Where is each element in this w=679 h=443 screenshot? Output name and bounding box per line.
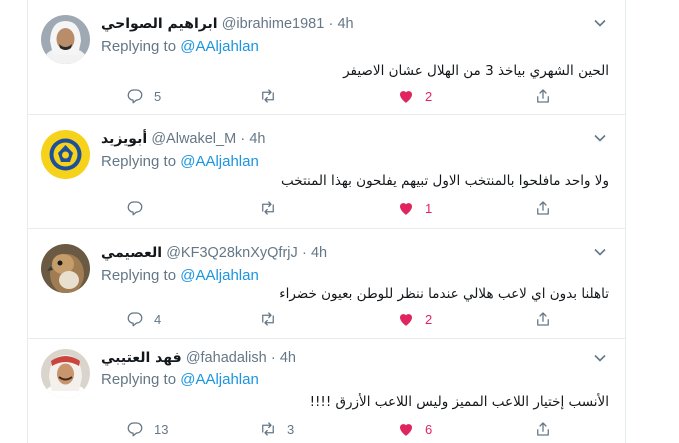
mention-link[interactable]: @AAljahlan — [180, 267, 259, 284]
tweet[interactable]: أبويزيد @Alwakel_M · 4h Replying to @AAl… — [28, 115, 625, 229]
share-button[interactable] — [534, 85, 552, 107]
tweet-header: فهد العتيبي @fahadalish · 4h — [101, 348, 296, 368]
heart-icon — [397, 87, 415, 105]
chevron-down-icon[interactable] — [593, 245, 607, 259]
retweet-button[interactable]: 3 — [259, 418, 294, 440]
reply-count: 4 — [154, 311, 162, 327]
tweet-header: أبويزيد @Alwakel_M · 4h — [101, 129, 265, 149]
tweet-text: تاهلنا بدون اي لاعب هلالي عندما ننظر للو… — [279, 286, 609, 302]
display-name[interactable]: العصيمي — [101, 245, 162, 261]
retweet-count: 3 — [287, 421, 295, 437]
retweet-button[interactable] — [259, 197, 287, 219]
retweet-icon — [259, 87, 277, 105]
mention-link[interactable]: @AAljahlan — [180, 38, 259, 55]
retweet-button[interactable] — [259, 85, 287, 107]
timestamp[interactable]: 4h — [249, 131, 265, 147]
reply-icon — [126, 87, 144, 105]
chevron-down-icon[interactable] — [593, 351, 607, 365]
reply-icon — [126, 420, 144, 438]
user-handle[interactable]: @Alwakel_M — [151, 131, 236, 147]
avatar[interactable] — [41, 349, 90, 398]
tweet-text: ولا واحد مافلحوا بالمنتخب الاول تبيهم يف… — [280, 173, 609, 189]
avatar[interactable] — [41, 15, 90, 64]
mention-link[interactable]: @AAljahlan — [180, 153, 259, 170]
mention-link[interactable]: @AAljahlan — [180, 371, 259, 388]
share-icon — [534, 310, 552, 328]
share-icon — [534, 199, 552, 217]
like-count: 6 — [425, 421, 433, 437]
display-name[interactable]: أبويزيد — [101, 131, 147, 147]
tweet-text: الحين الشهري بياخذ 3 من الهلال عشان الاص… — [343, 63, 609, 79]
reply-button[interactable] — [126, 197, 154, 219]
timestamp[interactable]: 4h — [337, 16, 353, 32]
retweet-icon — [259, 310, 277, 328]
timestamp[interactable]: 4h — [280, 350, 296, 366]
tweet-actions: 13 3 6 — [101, 418, 549, 440]
timestamp[interactable]: 4h — [311, 245, 327, 261]
tweet[interactable]: فهد العتيبي @fahadalish · 4h Replying to… — [28, 339, 625, 443]
share-button[interactable] — [534, 197, 552, 219]
tweet[interactable]: ابراهيم الصواحي @ibrahime1981 · 4h Reply… — [28, 0, 625, 115]
display-name[interactable]: فهد العتيبي — [101, 350, 182, 366]
replying-to: Replying to @AAljahlan — [101, 37, 259, 57]
like-button[interactable]: 1 — [397, 197, 432, 219]
avatar[interactable] — [41, 130, 90, 179]
heart-icon — [397, 199, 415, 217]
tweet-header: ابراهيم الصواحي @ibrahime1981 · 4h — [101, 14, 354, 34]
reply-button[interactable]: 13 — [126, 418, 168, 440]
display-name[interactable]: ابراهيم الصواحي — [101, 16, 218, 32]
separator-dot: · — [270, 350, 276, 366]
like-count: 1 — [425, 200, 433, 216]
heart-icon — [397, 420, 415, 438]
replying-to-label: Replying to — [101, 267, 177, 284]
tweet[interactable]: العصيمي @KF3Q28knXyQfrjJ · 4h Replying t… — [28, 229, 625, 339]
share-button[interactable] — [534, 418, 552, 440]
user-handle[interactable]: @fahadalish — [186, 350, 267, 366]
like-count: 2 — [425, 88, 433, 104]
separator-dot: · — [328, 16, 334, 32]
share-icon — [534, 420, 552, 438]
like-button[interactable]: 2 — [397, 308, 432, 330]
reply-button[interactable]: 5 — [126, 85, 161, 107]
replying-to: Replying to @AAljahlan — [101, 266, 259, 286]
replying-to: Replying to @AAljahlan — [101, 152, 259, 172]
like-count: 2 — [425, 311, 433, 327]
replying-to-label: Replying to — [101, 38, 177, 55]
replies-timeline: ابراهيم الصواحي @ibrahime1981 · 4h Reply… — [27, 0, 626, 443]
tweet-header: العصيمي @KF3Q28knXyQfrjJ · 4h — [101, 243, 327, 263]
tweet-actions: 1 — [101, 197, 549, 219]
separator-dot: · — [301, 245, 307, 261]
tweet-actions: 5 2 — [101, 85, 549, 107]
retweet-icon — [259, 420, 277, 438]
replying-to: Replying to @AAljahlan — [101, 370, 259, 390]
tweet-text: الأنسب إختيار اللاعب المميز وليس اللاعب … — [309, 394, 609, 410]
user-handle[interactable]: @KF3Q28knXyQfrjJ — [166, 245, 298, 261]
chevron-down-icon[interactable] — [593, 131, 607, 145]
share-button[interactable] — [534, 308, 552, 330]
tweet-actions: 4 2 — [101, 308, 549, 330]
chevron-down-icon[interactable] — [593, 16, 607, 30]
like-button[interactable]: 6 — [397, 418, 432, 440]
reply-icon — [126, 310, 144, 328]
replying-to-label: Replying to — [101, 371, 177, 388]
heart-icon — [397, 310, 415, 328]
retweet-icon — [259, 199, 277, 217]
user-handle[interactable]: @ibrahime1981 — [222, 16, 325, 32]
reply-button[interactable]: 4 — [126, 308, 161, 330]
reply-icon — [126, 199, 144, 217]
separator-dot: · — [240, 131, 246, 147]
reply-count: 13 — [154, 421, 169, 437]
avatar[interactable] — [41, 244, 90, 293]
reply-count: 5 — [154, 88, 162, 104]
replying-to-label: Replying to — [101, 153, 177, 170]
retweet-button[interactable] — [259, 308, 287, 330]
like-button[interactable]: 2 — [397, 85, 432, 107]
share-icon — [534, 87, 552, 105]
